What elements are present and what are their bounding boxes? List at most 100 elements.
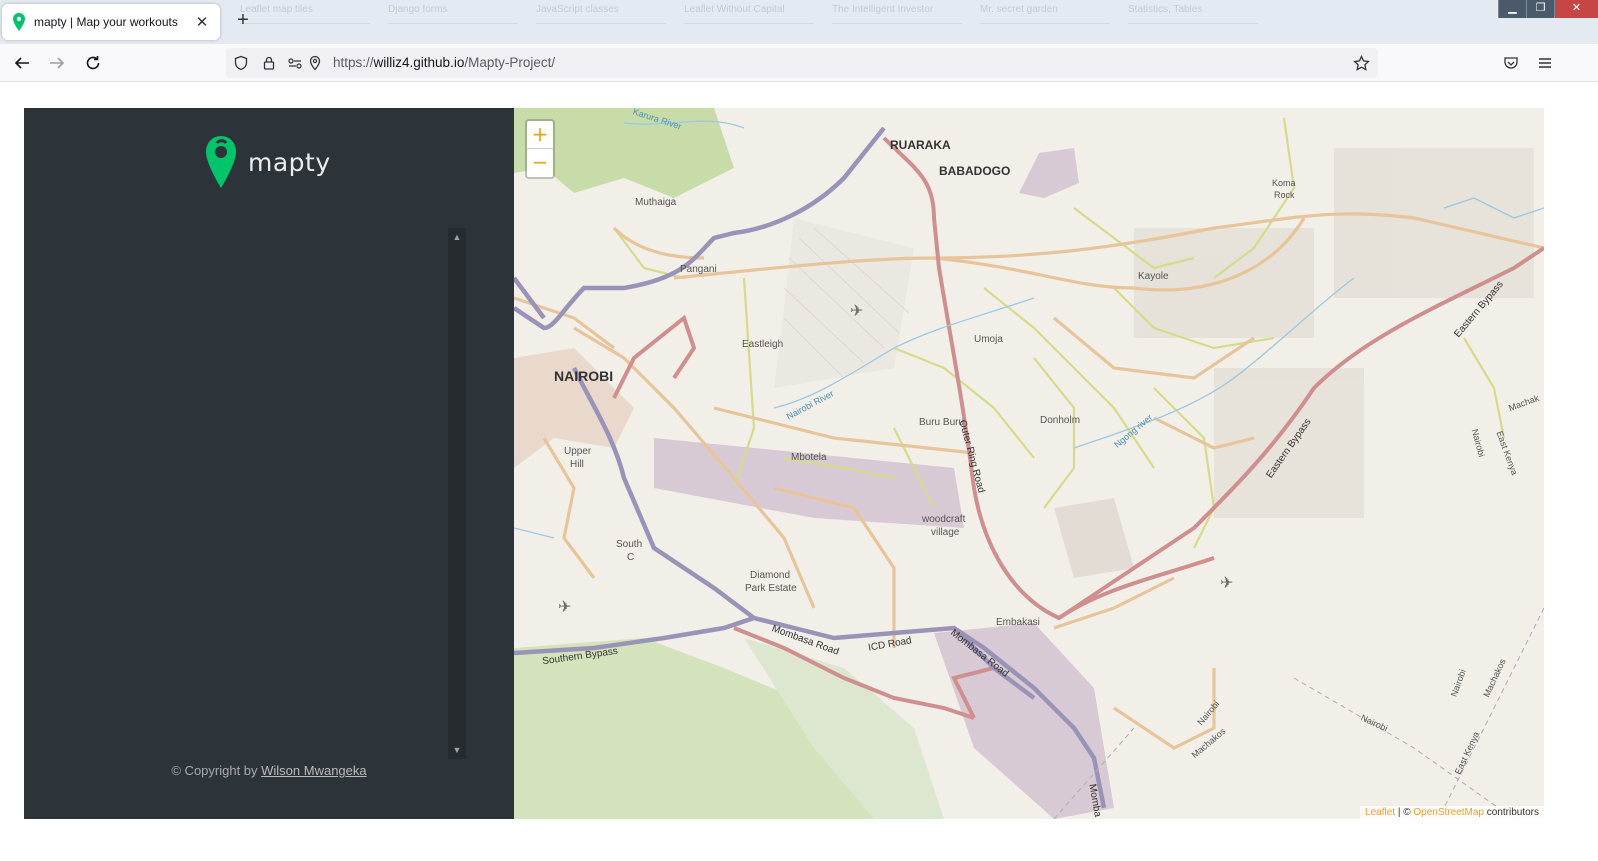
leaflet-link[interactable]: Leaflet [1365, 807, 1395, 818]
map-label: Rock [1274, 190, 1295, 200]
road-label: Eastern Bypass [1264, 416, 1314, 481]
scroll-up-icon[interactable]: ▲ [448, 228, 466, 246]
restore-button[interactable]: ❐ [1526, 0, 1554, 18]
road-label: Mombasa Road [948, 627, 1011, 680]
url-scheme: https:// [333, 55, 374, 70]
map-label: Eastleigh [742, 339, 784, 350]
map-label: Donholm [1040, 415, 1081, 426]
background-tab[interactable]: Django forms [388, 4, 518, 24]
map-label: Umoja [974, 334, 1003, 345]
map-attribution: Leaflet | © OpenStreetMap contributors [1360, 806, 1544, 819]
river-label: Nairobi River [784, 388, 836, 422]
map-label: Pangani [680, 264, 717, 275]
road-label: Eastern Bypass [1452, 279, 1506, 340]
copyright-author-link[interactable]: Wilson Mwangeka [261, 763, 367, 778]
map-label: Muthaiga [635, 197, 677, 208]
url-host: williz4.github.io [373, 55, 465, 70]
back-button[interactable] [11, 52, 33, 74]
road-label: East Kenya [1452, 730, 1482, 776]
workouts-list[interactable] [34, 228, 464, 758]
hamburger-menu-icon [1539, 58, 1551, 68]
map-label: Mbotela [791, 452, 827, 463]
road-label: Machakos [1481, 657, 1508, 699]
map-label: Diamond [750, 570, 791, 581]
workouts-scrollbar[interactable]: ▲ ▼ [448, 228, 466, 759]
tracking-shield-icon[interactable] [232, 54, 250, 72]
road-label: Mombasa Road [770, 623, 841, 658]
scroll-down-icon[interactable]: ▼ [448, 741, 466, 759]
map-label: RUARAKA [890, 138, 951, 152]
map-label: Kayole [1138, 271, 1169, 282]
minimize-button[interactable]: ▁ [1498, 0, 1526, 18]
background-tab[interactable]: Leaflet Without Capital [684, 4, 814, 24]
map-label: Hill [570, 459, 584, 470]
road-label: Nairobi [1195, 698, 1222, 728]
sidebar: mapty ▲ ▼ © Copyright by Wilson Mwangeka [24, 108, 514, 819]
mapty-logo: mapty [206, 136, 331, 188]
road-label: ICD Road [867, 635, 913, 654]
road-label: East Kenya [1494, 429, 1520, 477]
road-label: Outer Ring Road [956, 418, 987, 495]
attribution-suffix: contributors [1483, 807, 1539, 818]
mapty-favicon-icon [13, 13, 25, 31]
map-label: Koma [1272, 178, 1296, 188]
new-tab-button[interactable]: + [232, 10, 254, 32]
openstreetmap-link[interactable]: OpenStreetMap [1413, 807, 1484, 818]
mapty-app: mapty ▲ ▼ © Copyright by Wilson Mwangeka [24, 108, 1544, 819]
tab-title: mapty | Map your workouts [34, 15, 178, 29]
river-label: Ngong river [1112, 412, 1155, 450]
bookmark-star-icon[interactable] [1352, 54, 1370, 72]
road-label: Nairobi [1359, 712, 1390, 734]
zoom-control: + − [525, 119, 555, 179]
road-label: Machak [1507, 392, 1541, 414]
background-tabs: Leaflet map tiles Django forms JavaScrip… [230, 2, 1470, 42]
zoom-in-button[interactable]: + [527, 121, 553, 149]
attribution-separator: | © [1395, 807, 1414, 818]
copyright: © Copyright by Wilson Mwangeka [24, 763, 514, 778]
zoom-out-button[interactable]: − [527, 149, 553, 177]
background-tab[interactable]: JavaScript classes [536, 4, 666, 24]
window-controls: ▁ ❐ ✕ [1498, 0, 1598, 20]
map-label: woodcraft [922, 514, 966, 525]
map[interactable]: ✈ ✈ ✈ RUARAKA BABADOGO NAIROBI Muthaiga … [514, 108, 1544, 819]
background-tab[interactable]: Mr. secret garden [980, 4, 1110, 24]
map-label: Park Estate [745, 583, 797, 594]
permissions-icon[interactable] [286, 54, 304, 72]
forward-button[interactable] [46, 52, 68, 74]
map-label: South [616, 539, 643, 550]
pocket-icon [1504, 57, 1518, 69]
url-path: /Mapty-Project/ [464, 55, 556, 70]
location-pin-icon[interactable] [306, 54, 324, 72]
arrow-right-icon [50, 57, 65, 69]
pocket-button[interactable] [1500, 52, 1522, 74]
browser-tab-bar: Leaflet map tiles Django forms JavaScrip… [0, 0, 1598, 44]
tab-close-icon[interactable]: ✕ [194, 13, 210, 31]
road-label: Nairobi [1469, 427, 1487, 459]
map-label: village [931, 527, 960, 538]
lock-icon[interactable] [260, 54, 278, 72]
url-text[interactable]: https://williz4.github.io/Mapty-Project/ [333, 55, 555, 70]
active-tab[interactable]: mapty | Map your workouts ✕ [2, 4, 220, 40]
copyright-prefix: © Copyright by [171, 763, 262, 778]
reload-icon [86, 56, 100, 70]
navigation-bar: https://williz4.github.io/Mapty-Project/ [0, 44, 1598, 82]
reload-button[interactable] [82, 52, 104, 74]
road-label: Southern Bypass [541, 645, 619, 668]
map-labels: RUARAKA BABADOGO NAIROBI Muthaiga Pangan… [514, 108, 1544, 819]
window-close-button[interactable]: ✕ [1554, 0, 1598, 18]
road-label: Machakos [1189, 725, 1228, 761]
background-tab[interactable]: The Intelligent Investor [832, 4, 962, 24]
map-label: Upper [564, 446, 592, 457]
app-menu-button[interactable] [1534, 52, 1556, 74]
river-label: Karura River [631, 108, 683, 132]
background-tab[interactable]: Statistics, Tables [1128, 4, 1258, 24]
map-label: NAIROBI [554, 368, 614, 384]
url-bar[interactable]: https://williz4.github.io/Mapty-Project/ [226, 48, 1378, 78]
background-tab[interactable]: Leaflet map tiles [240, 4, 370, 24]
map-label: C [627, 552, 635, 563]
map-label: Embakasi [996, 617, 1040, 628]
road-label: Momba [1086, 783, 1103, 818]
page-bottom [0, 838, 1598, 861]
road-label: Nairobi [1448, 667, 1468, 699]
map-label: BABADOGO [939, 164, 1011, 178]
